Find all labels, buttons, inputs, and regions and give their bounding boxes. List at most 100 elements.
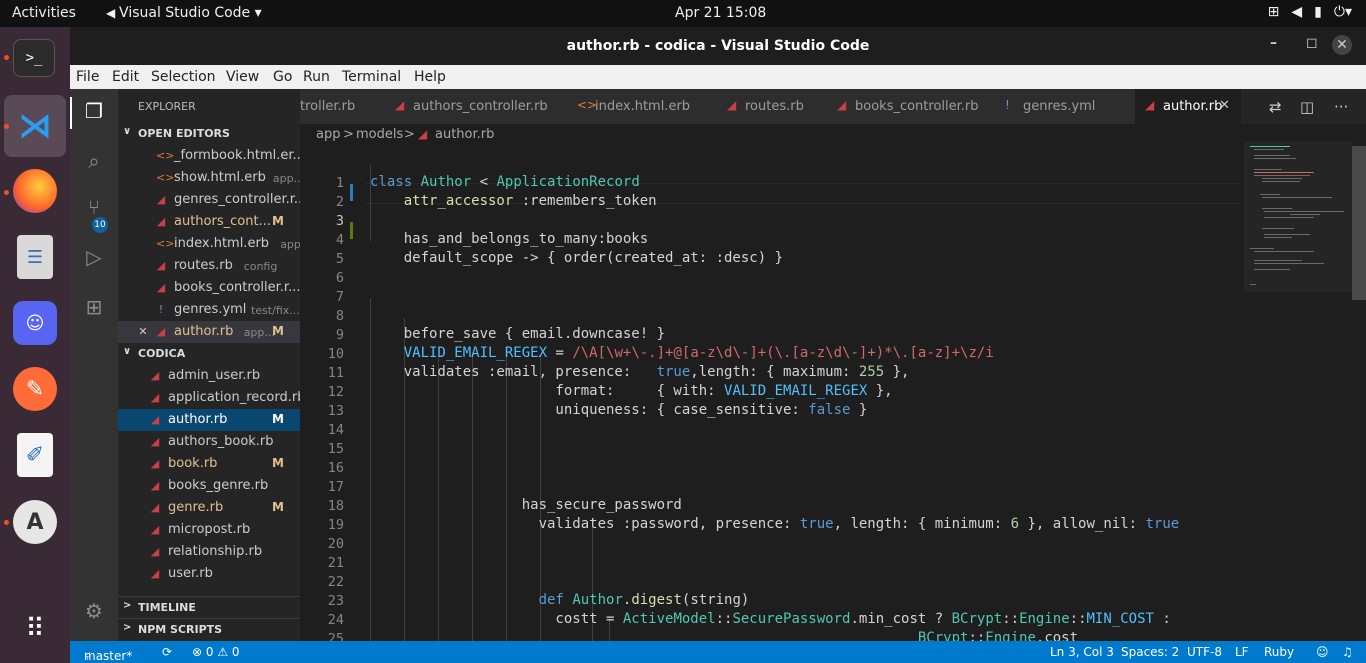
discord-icon[interactable]: ☺ [13,301,57,345]
open-editor-item[interactable]: <>index.html.erb app... [118,233,300,255]
file-tree-label: application_record.rb [168,390,300,405]
editor-tab[interactable]: ! genres.yml [995,89,1136,124]
editor-tab[interactable]: ◢ books_controller.rb [827,89,996,124]
menu-go[interactable]: Go [273,69,292,85]
editor-scrollbar[interactable] [1352,146,1366,641]
file-tree-item[interactable]: ◢ admin_user.rb [118,365,300,387]
code-line: default_scope -> { order(created_at: :de… [370,250,784,266]
open-editor-item[interactable]: ◢ books_controller.r... [118,277,300,299]
ruby-file-icon: ◢ [150,369,160,382]
split-editor-icon[interactable]: ◫ [1300,98,1314,116]
app-menu[interactable]: ◀ Visual Studio Code ▾ [106,5,262,21]
menu-file[interactable]: File [76,69,99,85]
open-editor-item[interactable]: ✕ ◢ author.rb app... M [118,321,300,343]
app-menu-label: Visual Studio Code ▾ [119,5,262,21]
terminal-icon[interactable]: >_ [13,39,55,77]
vscode-icon[interactable]: ⋊ [13,104,57,148]
system-tray[interactable]: ⊞◀▮⏻▾ [1268,4,1352,20]
breadcrumb-file[interactable]: author.rb [435,127,494,142]
menu-view[interactable]: View [226,69,259,85]
ruby-file-icon: ◢ [395,98,405,112]
file-tree-item[interactable]: ◢ author.rb M [118,409,300,431]
chevron-down-icon: ∨ [123,126,132,137]
extensions-icon[interactable]: ⊞ [81,295,107,321]
open-editor-item[interactable]: ◢ routes.rb config [118,255,300,277]
maximize-icon[interactable]: ◻ [1306,35,1318,51]
editor-tab[interactable]: ◢ routes.rb [717,89,828,124]
project-section[interactable]: ∨ CODICA [118,343,300,365]
sync-icon[interactable]: ⟳ [162,645,172,659]
scrollbar-thumb[interactable] [1352,146,1366,300]
more-actions-icon[interactable]: ··· [1334,98,1348,116]
file-tree-item[interactable]: ◢ authors_book.rb [118,431,300,453]
battery-icon[interactable]: ▮ [1314,4,1334,20]
npm-scripts-section[interactable]: > NPM SCRIPTS [118,618,300,641]
file-tree-item[interactable]: ◢ book.rb M [118,453,300,475]
file-tree-item[interactable]: ◢ application_record.rb [118,387,300,409]
feedback-icon[interactable]: ☺ [1316,645,1329,659]
open-editor-path: test/fix... [251,304,300,317]
file-tree-item[interactable]: ◢ relationship.rb [118,541,300,563]
editor-tab[interactable]: ◢ author.rb ✕ [1135,89,1242,124]
open-editor-item[interactable]: <>show.html.erb app... [118,167,300,189]
editor-tab[interactable]: <> index.html.erb [567,89,718,124]
app-grid-icon[interactable]: ⠿ [13,607,57,651]
editor-tab[interactable]: ◢ authors_controller.rb [385,89,568,124]
file-tree-item[interactable]: ◢ genre.rb M [118,497,300,519]
close-icon[interactable]: ✕ [1219,98,1230,113]
yaml-file-icon: ! [1005,98,1010,112]
bell-icon[interactable]: ♫ [1342,645,1353,659]
line-number: 20 [327,536,344,552]
encoding-status[interactable]: UTF-8 [1187,645,1222,659]
breadcrumb-models[interactable]: models [356,127,403,142]
activities-button[interactable]: Activities [12,5,76,21]
software-store-icon[interactable]: A [13,500,57,544]
chevron-right-icon: > [123,600,132,611]
open-editor-item[interactable]: ◢ genres_controller.r... [118,189,300,211]
open-editor-item[interactable]: ◢ authors_cont... M [118,211,300,233]
problems-status[interactable]: ⊗ 0 ⚠ 0 [192,645,240,659]
menu-edit[interactable]: Edit [112,69,139,85]
timeline-section[interactable]: > TIMELINE [118,596,300,619]
breadcrumb-app[interactable]: app [316,127,340,142]
search-icon[interactable]: ⌕ [81,149,107,175]
text-editor-icon[interactable]: ✐ [17,433,53,477]
menu-run[interactable]: Run [303,69,330,85]
firefox-icon[interactable] [13,169,57,213]
language-mode[interactable]: Ruby [1264,645,1294,659]
power-icon[interactable]: ⏻▾ [1334,4,1352,20]
network-icon[interactable]: ⊞ [1268,4,1292,20]
menu-terminal[interactable]: Terminal [342,69,401,85]
clock[interactable]: Apr 21 15:08 [675,5,766,21]
run-debug-icon[interactable]: ▷ [81,245,107,271]
postman-icon[interactable]: ✎ [13,367,57,411]
added-line-marker [350,222,353,239]
cursor-position[interactable]: Ln 3, Col 3 [1050,645,1114,659]
open-editor-item[interactable]: ! genres.yml test/fix... [118,299,300,321]
file-cabinet-icon[interactable]: ☰ [17,235,53,279]
file-tree-item[interactable]: ◢ user.rb [118,563,300,585]
editor-tab[interactable]: troller.rb [300,89,386,124]
compare-changes-icon[interactable]: ⇄ [1269,98,1282,116]
minimap[interactable] [1240,124,1352,641]
menu-selection[interactable]: Selection [151,69,216,85]
volume-icon[interactable]: ◀ [1291,4,1314,20]
menu-help[interactable]: Help [414,69,446,85]
minimap-line [1254,269,1290,270]
files-icon[interactable]: ❐ [81,99,107,125]
close-icon[interactable]: ✕ [138,325,148,338]
close-icon[interactable]: ✕ [1332,35,1352,55]
open-editors-section[interactable]: ∨ OPEN EDITORS [118,123,300,145]
line-number: 22 [327,574,344,590]
gear-icon[interactable]: ⚙ [81,599,107,625]
tab-label: author.rb [1163,99,1223,114]
file-tree-item[interactable]: ◢ books_genre.rb [118,475,300,497]
open-editor-item[interactable]: <> _formbook.html.er... [118,145,300,167]
indentation-status[interactable]: Spaces: 2 [1121,645,1179,659]
eol-status[interactable]: LF [1235,645,1249,659]
line-number: 14 [327,422,344,438]
open-editor-label: genres.yml [174,302,247,317]
file-tree-item[interactable]: ◢ micropost.rb [118,519,300,541]
code-editor[interactable]: 1 2 3 4 5 6 7 8 9 10 11 12 13 14 15 16 17 18 19 20 21 22 23 24 2… [300,146,1240,641]
minimize-icon[interactable]: – [1270,35,1277,51]
